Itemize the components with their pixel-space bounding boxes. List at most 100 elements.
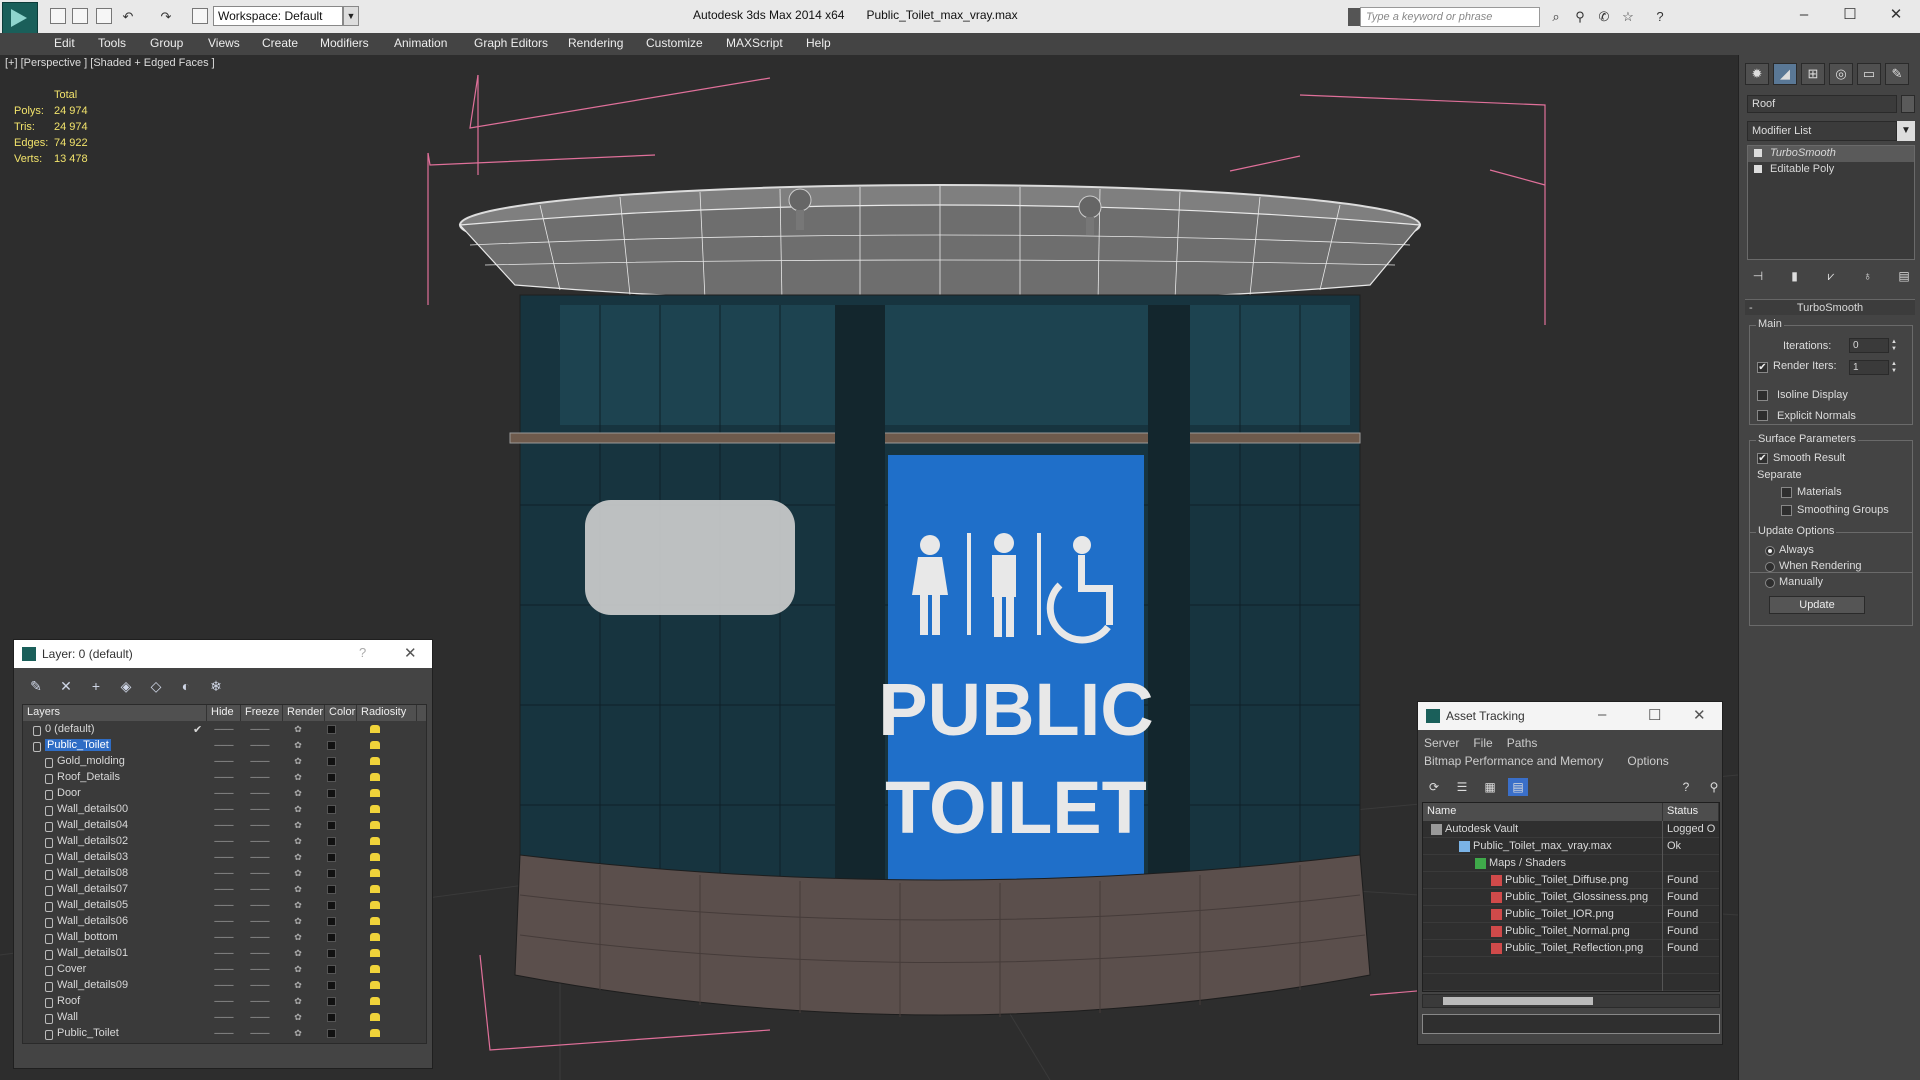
layer-color-swatch[interactable] [317, 868, 345, 878]
asset-name[interactable]: Public_Toilet_max_vray.max [1423, 837, 1663, 855]
menu-rendering[interactable]: Rendering [568, 36, 623, 50]
pin-stack-icon[interactable]: ⊣ [1747, 267, 1769, 285]
layer-row[interactable]: Wall_details06 ─── ─── ✿ [23, 913, 426, 929]
hide-toggle[interactable]: ─── [207, 804, 241, 814]
freeze-toggle[interactable]: ─── [241, 868, 279, 878]
asset-name[interactable]: Public_Toilet_Reflection.png [1423, 939, 1663, 957]
layer-row[interactable]: 0 (default) ✔ ─── ─── ✿ [23, 721, 426, 737]
render-iters-spinner-arrows[interactable]: ▲ ▼ [1891, 361, 1899, 376]
radiosity-toggle-icon[interactable] [345, 789, 405, 797]
current-layer-check[interactable]: ✔ [193, 723, 207, 736]
radiosity-toggle-icon[interactable] [345, 965, 405, 973]
layer-color-swatch[interactable] [317, 932, 345, 942]
asset-menu-server[interactable]: Server [1424, 736, 1459, 750]
asset-search-icon[interactable]: ⚲ [1704, 778, 1724, 796]
layer-color-swatch[interactable] [317, 740, 345, 750]
freeze-toggle[interactable]: ─── [241, 996, 279, 1006]
hide-toggle[interactable]: ─── [207, 932, 241, 942]
layer-color-swatch[interactable] [317, 916, 345, 926]
asset-name[interactable]: Public_Toilet_Glossiness.png [1423, 888, 1663, 906]
layer-color-swatch[interactable] [317, 980, 345, 990]
show-end-result-icon[interactable]: ▮ [1784, 267, 1806, 285]
new-file-icon[interactable] [50, 8, 66, 24]
hide-toggle[interactable]: ─── [207, 820, 241, 830]
explicit-normals-checkbox[interactable] [1757, 410, 1768, 421]
radiosity-toggle-icon[interactable] [345, 757, 405, 765]
turbosmooth-rollout-header[interactable]: - TurboSmooth [1745, 299, 1915, 315]
layer-name[interactable]: Wall_details00 [23, 803, 193, 816]
smoothing-groups-checkbox[interactable] [1781, 505, 1792, 516]
freeze-all-layers-icon[interactable]: ❄ [204, 676, 228, 696]
render-toggle-icon[interactable]: ✿ [279, 740, 317, 751]
freeze-toggle[interactable]: ─── [241, 836, 279, 846]
render-toggle-icon[interactable]: ✿ [279, 852, 317, 863]
radiosity-toggle-icon[interactable] [345, 853, 405, 861]
freeze-toggle[interactable]: ─── [241, 1012, 279, 1022]
redo-icon[interactable]: ↷ [158, 9, 174, 25]
radiosity-toggle-icon[interactable] [345, 949, 405, 957]
save-file-icon[interactable] [96, 8, 112, 24]
render-toggle-icon[interactable]: ✿ [279, 964, 317, 975]
col-layers[interactable]: Layers [23, 705, 207, 721]
asset-row[interactable]: Public_Toilet_IOR.png Found [1423, 905, 1719, 923]
hide-toggle[interactable]: ─── [207, 1012, 241, 1022]
layer-color-swatch[interactable] [317, 820, 345, 830]
layer-color-swatch[interactable] [317, 724, 345, 734]
asset-menu-file[interactable]: File [1473, 736, 1492, 750]
asset-maximize-button[interactable]: ☐ [1648, 706, 1661, 724]
asset-menu-options[interactable]: Options [1627, 754, 1668, 768]
hide-toggle[interactable]: ─── [207, 772, 241, 782]
asset-row[interactable]: Public_Toilet_Reflection.png Found [1423, 939, 1719, 957]
radiosity-toggle-icon[interactable] [345, 773, 405, 781]
layer-name[interactable]: Wall_details08 [23, 867, 193, 880]
radiosity-toggle-icon[interactable] [345, 1029, 405, 1037]
radiosity-toggle-icon[interactable] [345, 869, 405, 877]
layer-color-swatch[interactable] [317, 884, 345, 894]
smooth-result-checkbox[interactable]: ✔ [1757, 453, 1768, 464]
layer-row[interactable]: Roof_Details ─── ─── ✿ [23, 769, 426, 785]
asset-table[interactable]: Name Status Autodesk Vault Logged O Public… [1422, 802, 1720, 992]
freeze-toggle[interactable]: ─── [241, 948, 279, 958]
radiosity-toggle-icon[interactable] [345, 981, 405, 989]
create-layer-icon[interactable]: ✎ [24, 676, 48, 696]
hide-toggle[interactable]: ─── [207, 948, 241, 958]
workspace-dropdown-arrow[interactable]: ▼ [343, 6, 359, 26]
hide-toggle[interactable]: ─── [207, 788, 241, 798]
hierarchy-tab-icon[interactable]: ⊞ [1801, 63, 1825, 85]
layer-color-swatch[interactable] [317, 948, 345, 958]
col-freeze[interactable]: Freeze [241, 705, 283, 721]
asset-name[interactable]: Public_Toilet_Diffuse.png [1423, 871, 1663, 889]
layer-row[interactable]: Wall_details08 ─── ─── ✿ [23, 865, 426, 881]
refresh-icon[interactable]: ⟳ [1424, 778, 1444, 796]
layer-name[interactable]: 0 (default) [23, 723, 193, 736]
materials-checkbox[interactable] [1781, 487, 1792, 498]
hide-toggle[interactable]: ─── [207, 916, 241, 926]
when-rendering-radio[interactable] [1765, 562, 1775, 572]
asset-row[interactable]: Public_Toilet_Normal.png Found [1423, 922, 1719, 940]
layer-name[interactable]: Wall_details07 [23, 883, 193, 896]
layer-dialog-close-button[interactable]: ✕ [404, 644, 417, 662]
render-iters-checkbox[interactable]: ✔ [1757, 362, 1768, 373]
asset-row[interactable]: Public_Toilet_Glossiness.png Found [1423, 888, 1719, 906]
make-unique-icon[interactable]: ⩗ [1820, 267, 1842, 285]
isoline-display-checkbox[interactable] [1757, 390, 1768, 401]
layer-row[interactable]: Gold_molding ─── ─── ✿ [23, 753, 426, 769]
freeze-toggle[interactable]: ─── [241, 980, 279, 990]
asset-menu-paths[interactable]: Paths [1507, 736, 1538, 750]
minimize-window-button[interactable]: – [1784, 4, 1824, 26]
layer-row[interactable]: Wall_details04 ─── ─── ✿ [23, 817, 426, 833]
layer-name[interactable]: Public_Toilet [23, 739, 193, 752]
key-search-icon[interactable]: ⚲ [1572, 9, 1588, 25]
freeze-toggle[interactable]: ─── [241, 740, 279, 750]
layer-color-swatch[interactable] [317, 964, 345, 974]
freeze-toggle[interactable]: ─── [241, 724, 279, 734]
modifier-list-dropdown[interactable]: Modifier List [1747, 121, 1897, 141]
render-toggle-icon[interactable]: ✿ [279, 980, 317, 991]
layer-name[interactable]: Wall_details05 [23, 899, 193, 912]
hide-toggle[interactable]: ─── [207, 740, 241, 750]
asset-horizontal-scrollbar[interactable] [1422, 994, 1720, 1008]
layer-name[interactable]: Cover [23, 963, 193, 976]
project-folder-icon[interactable] [192, 8, 208, 24]
asset-name[interactable]: Autodesk Vault [1423, 820, 1663, 838]
layer-name[interactable]: Door [23, 787, 193, 800]
